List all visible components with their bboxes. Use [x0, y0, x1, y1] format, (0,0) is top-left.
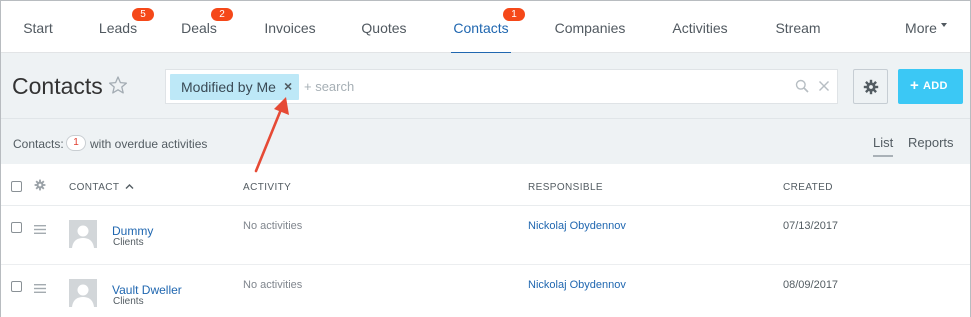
contact-type: Clients — [113, 237, 144, 248]
contact-name-link[interactable]: Dummy — [112, 224, 153, 238]
contact-name-link[interactable]: Vault Dweller — [112, 283, 182, 297]
tab-list[interactable]: List — [873, 135, 894, 157]
nav-item-label: Invoices — [264, 20, 316, 36]
nav-item-label: Companies — [554, 20, 626, 36]
top-navigation: Start Leads 5 Deals 2 Invoices Quotes Co… — [1, 1, 970, 54]
filter-search-box[interactable]: Modified by Me × + search — [165, 69, 838, 104]
star-icon[interactable] — [108, 75, 128, 95]
responsible-link[interactable]: Nickolaj Obydennov — [528, 220, 626, 232]
gear-icon — [863, 79, 879, 95]
counter-text: with overdue activities — [90, 137, 208, 151]
chevron-down-icon — [940, 23, 947, 27]
filter-chip[interactable]: Modified by Me × — [170, 74, 299, 100]
gear-icon[interactable] — [34, 179, 46, 191]
settings-button[interactable] — [853, 69, 888, 104]
contact-type: Clients — [113, 296, 144, 307]
nav-item-contacts[interactable]: Contacts 1 — [451, 1, 525, 54]
filter-chip-label: Modified by Me — [181, 79, 276, 95]
add-contact-button[interactable]: + ADD — [898, 69, 963, 104]
nav-item-label: Leads — [98, 20, 138, 36]
counter-label: Contacts: — [13, 137, 64, 151]
nav-item-label: Start — [23, 20, 53, 36]
avatar — [69, 220, 97, 248]
column-header-contact[interactable]: CONTACT — [69, 182, 134, 193]
nav-item-label: More — [905, 20, 937, 36]
nav-item-quotes[interactable]: Quotes — [356, 1, 412, 53]
user-icon — [72, 225, 94, 248]
user-icon — [72, 284, 94, 307]
created-date: 08/09/2017 — [783, 279, 839, 291]
tab-reports[interactable]: Reports — [908, 135, 954, 150]
row-checkbox[interactable] — [11, 222, 22, 233]
nav-item-deals[interactable]: Deals 2 — [177, 1, 233, 53]
plus-icon: + — [910, 77, 919, 94]
select-all-checkbox[interactable] — [11, 181, 22, 192]
activity-text: No activities — [243, 279, 303, 291]
nav-badge: 1 — [503, 8, 525, 21]
page-header: Contacts Modified by Me × + search + ADD — [1, 53, 970, 118]
avatar — [69, 279, 97, 307]
add-button-label: ADD — [923, 80, 948, 92]
column-header-created[interactable]: CREATED — [783, 182, 833, 193]
created-date: 07/13/2017 — [783, 220, 839, 232]
nav-badge: 2 — [211, 8, 233, 21]
chevron-up-icon — [125, 184, 134, 189]
counter-badge[interactable]: 1 — [66, 135, 86, 151]
column-header-responsible[interactable]: RESPONSIBLE — [528, 182, 603, 193]
activity-text: No activities — [243, 220, 303, 232]
table-header: CONTACT ACTIVITY RESPONSIBLE CREATED — [1, 164, 970, 206]
nav-item-leads[interactable]: Leads 5 — [93, 1, 154, 53]
search-input[interactable]: + search — [304, 79, 354, 94]
menu-icon[interactable] — [34, 225, 46, 234]
nav-item-label: Stream — [775, 20, 821, 36]
row-checkbox[interactable] — [11, 281, 22, 292]
column-header-label: CONTACT — [69, 182, 120, 193]
responsible-link[interactable]: Nickolaj Obydennov — [528, 279, 626, 291]
search-icon[interactable] — [795, 79, 809, 93]
nav-badge: 5 — [132, 8, 154, 21]
table-row: Vault Dweller Clients No activities Nick… — [1, 265, 970, 317]
nav-item-label: Quotes — [361, 20, 407, 36]
nav-item-label: Contacts — [453, 20, 509, 36]
menu-icon[interactable] — [34, 284, 46, 293]
nav-item-label: Deals — [181, 20, 217, 36]
counter-bar: Contacts: 1 with overdue activities List… — [1, 118, 970, 164]
nav-item-activities[interactable]: Activities — [669, 1, 731, 53]
nav-item-label: Activities — [672, 20, 728, 36]
nav-item-start[interactable]: Start — [15, 1, 61, 53]
column-header-activity[interactable]: ACTIVITY — [243, 182, 291, 193]
table-row: Dummy Clients No activities Nickolaj Oby… — [1, 206, 970, 265]
nav-item-companies[interactable]: Companies — [552, 1, 628, 53]
nav-item-invoices[interactable]: Invoices — [259, 1, 321, 53]
nav-item-stream[interactable]: Stream — [772, 1, 824, 53]
page-title: Contacts — [12, 73, 103, 99]
close-icon[interactable] — [818, 79, 830, 93]
nav-item-more[interactable]: More — [901, 1, 951, 53]
close-icon[interactable]: × — [284, 78, 292, 94]
